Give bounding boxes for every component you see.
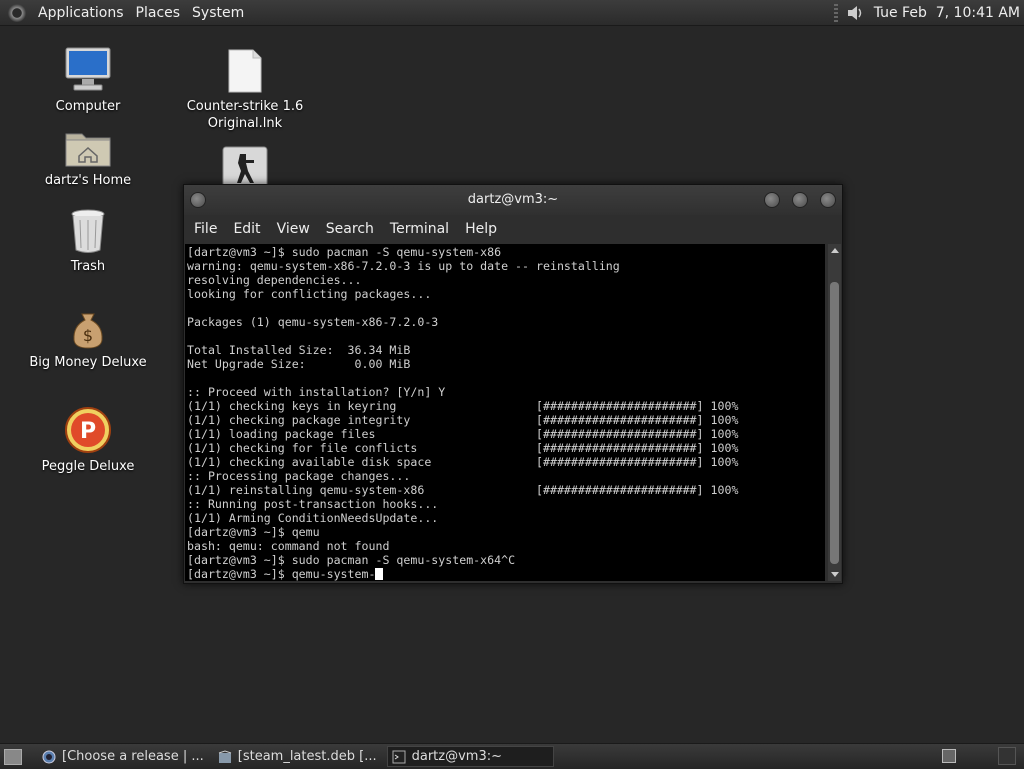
terminal-titlebar[interactable]: dartz@vm3:~	[184, 185, 842, 215]
scroll-up-icon[interactable]	[831, 248, 839, 253]
menu-search[interactable]: Search	[320, 221, 384, 237]
browser-icon	[42, 750, 56, 763]
terminal-cursor	[375, 568, 384, 580]
terminal-line: (1/1) Arming ConditionNeedsUpdate...	[187, 511, 439, 525]
terminal-window[interactable]: dartz@vm3:~ File Edit View Search Termin…	[183, 184, 843, 584]
scrollbar-thumb[interactable]	[830, 282, 839, 564]
maximize-icon[interactable]	[792, 192, 808, 208]
desktop-icon-peggle[interactable]: P Peggle Deluxe	[18, 406, 158, 475]
desktop-icon-label: Big Money Deluxe	[29, 355, 147, 370]
terminal-line: (1/1) loading package files [###########…	[187, 427, 739, 441]
terminal-line: [dartz@vm3 ~]$ qemu	[187, 525, 320, 539]
menu-file[interactable]: File	[188, 221, 227, 237]
terminal-line: Net Upgrade Size: 0.00 MiB	[187, 357, 411, 371]
terminal-line: (1/1) checking available disk space [###…	[187, 455, 739, 469]
terminal-title: dartz@vm3:~	[467, 192, 559, 207]
trash-applet-icon[interactable]	[998, 747, 1016, 765]
task-label: [Choose a release | ...	[62, 749, 204, 764]
task-browser[interactable]: [Choose a release | ...	[38, 746, 208, 767]
menu-places[interactable]: Places	[130, 5, 187, 21]
svg-text:P: P	[80, 419, 96, 444]
terminal-scrollbar[interactable]	[828, 244, 841, 581]
distro-logo-icon[interactable]	[8, 3, 26, 22]
desktop-icon-label: dartz's Home	[44, 173, 132, 188]
show-desktop-icon[interactable]	[4, 748, 22, 765]
computer-icon	[64, 46, 112, 94]
workspace-switcher-icon[interactable]	[942, 749, 956, 763]
terminal-line: (1/1) checking keys in keyring [########…	[187, 399, 739, 413]
volume-icon[interactable]	[846, 4, 864, 22]
terminal-line: :: Running post-transaction hooks...	[187, 497, 439, 511]
file-icon	[227, 48, 263, 94]
top-panel: Applications Places System Tue Feb 7, 10…	[0, 0, 1024, 26]
trash-icon	[68, 208, 108, 254]
terminal-icon	[392, 750, 406, 763]
task-terminal[interactable]: dartz@vm3:~	[386, 746, 554, 767]
minimize-icon[interactable]	[764, 192, 780, 208]
desktop-icon-label: Trash	[70, 259, 106, 274]
window-menu-icon[interactable]	[190, 192, 206, 208]
terminal-output[interactable]: [dartz@vm3 ~]$ sudo pacman -S qemu-syste…	[185, 244, 825, 581]
scroll-down-icon[interactable]	[831, 572, 839, 577]
desktop-icon-label: Peggle Deluxe	[41, 459, 135, 474]
terminal-line: (1/1) reinstalling qemu-system-x86 [####…	[187, 483, 739, 497]
desktop-icon-big-money[interactable]: $ Big Money Deluxe	[18, 310, 158, 371]
terminal-line: looking for conflicting packages...	[187, 287, 432, 301]
terminal-line: warning: qemu-system-x86-7.2.0-3 is up t…	[187, 259, 620, 273]
terminal-line: :: Processing package changes...	[187, 469, 411, 483]
desktop-icon-label: Computer	[55, 99, 121, 114]
terminal-line: (1/1) checking for file conflicts [#####…	[187, 441, 739, 455]
menu-help[interactable]: Help	[459, 221, 507, 237]
desktop-icon-counter-strike-lnk[interactable]: Counter-strike 1.6 Original.lnk	[175, 48, 315, 132]
close-icon[interactable]	[820, 192, 836, 208]
panel-grip-icon	[833, 3, 838, 22]
terminal-prompt-text: [dartz@vm3 ~]$ qemu-system-	[187, 567, 376, 581]
terminal-line: :: Proceed with installation? [Y/n] Y	[187, 385, 446, 399]
top-panel-tray: Tue Feb 7, 10:41 AM	[833, 0, 1020, 25]
svg-text:$: $	[83, 326, 93, 345]
terminal-line: bash: qemu: command not found	[187, 539, 390, 553]
desktop-icon-home[interactable]: dartz's Home	[18, 128, 158, 189]
task-package[interactable]: [steam_latest.deb [...	[214, 746, 381, 767]
package-icon	[218, 749, 231, 763]
desktop-icon-counter-strike[interactable]	[175, 146, 315, 184]
terminal-line: resolving dependencies...	[187, 273, 362, 287]
menu-applications[interactable]: Applications	[32, 5, 130, 21]
peggle-icon: P	[64, 406, 112, 454]
clock[interactable]: Tue Feb 7, 10:41 AM	[874, 5, 1020, 21]
terminal-line: (1/1) checking package integrity [######…	[187, 413, 739, 427]
menu-terminal[interactable]: Terminal	[384, 221, 459, 237]
terminal-line: Total Installed Size: 36.34 MiB	[187, 343, 411, 357]
terminal-prompt-line[interactable]: [dartz@vm3 ~]$ qemu-system-	[187, 567, 825, 581]
terminal-line: Packages (1) qemu-system-x86-7.2.0-3	[187, 315, 439, 329]
task-label: dartz@vm3:~	[411, 749, 502, 764]
desktop-icon-computer[interactable]: Computer	[18, 46, 158, 115]
desktop-icon-trash[interactable]: Trash	[18, 208, 158, 275]
terminal-line: [dartz@vm3 ~]$ sudo pacman -S qemu-syste…	[187, 553, 516, 567]
task-label: [steam_latest.deb [...	[237, 749, 377, 764]
terminal-menubar: File Edit View Search Terminal Help	[184, 215, 842, 243]
menu-system[interactable]: System	[186, 5, 250, 21]
desktop-icon-label: Counter-strike 1.6 Original.lnk	[186, 99, 304, 131]
terminal-line: [dartz@vm3 ~]$ sudo pacman -S qemu-syste…	[187, 245, 502, 259]
home-folder-icon	[64, 128, 112, 168]
money-bag-icon: $	[68, 310, 108, 350]
menu-view[interactable]: View	[271, 221, 320, 237]
menu-edit[interactable]: Edit	[227, 221, 270, 237]
bottom-panel: [Choose a release | ... [steam_latest.de…	[0, 743, 1024, 769]
counter-strike-icon	[222, 146, 268, 184]
